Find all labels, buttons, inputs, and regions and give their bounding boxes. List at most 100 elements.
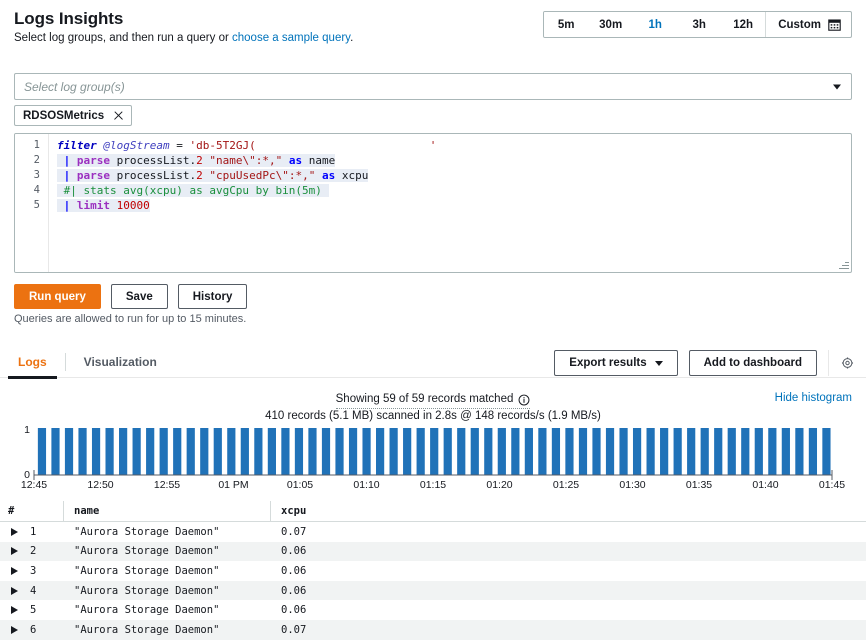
save-button[interactable]: Save	[111, 284, 168, 309]
time-range-5m[interactable]: 5m	[544, 12, 588, 37]
log-group-chip-rdsosmetrics[interactable]: RDSOSMetrics	[14, 105, 132, 126]
gear-icon	[841, 355, 854, 371]
histogram-bar	[633, 428, 641, 475]
log-group-selector-wrap: Select log group(s)	[14, 73, 852, 100]
table-row[interactable]: 6"Aurora Storage Daemon"0.07	[0, 620, 866, 640]
calendar-icon	[828, 18, 841, 31]
row-index: 3	[30, 565, 36, 577]
x-tick-label: 01:45	[819, 479, 845, 490]
x-tick-label: 01:30	[619, 479, 645, 490]
histogram-bar	[160, 428, 168, 475]
histogram-bar	[78, 428, 86, 475]
table-row[interactable]: 5"Aurora Storage Daemon"0.06	[0, 600, 866, 620]
log-group-select[interactable]: Select log group(s)	[14, 73, 852, 100]
histogram-bar	[187, 428, 195, 475]
query-actions: Run query Save History	[14, 284, 247, 309]
hide-histogram-link[interactable]: Hide histogram	[775, 392, 852, 404]
export-results-button[interactable]: Export results	[554, 350, 677, 376]
histogram-bar	[254, 428, 262, 475]
info-icon[interactable]	[518, 394, 530, 406]
page-header: Logs Insights Select log groups, and the…	[0, 0, 866, 56]
line-number: 4	[15, 183, 48, 198]
table-row[interactable]: 2"Aurora Storage Daemon"0.06	[0, 542, 866, 562]
caret-right-icon[interactable]	[11, 528, 18, 536]
row-xcpu-cell: 0.06	[281, 604, 866, 616]
histogram-bar	[241, 428, 249, 475]
token-as: as	[322, 169, 335, 182]
column-header-xcpu[interactable]: xcpu	[281, 505, 866, 517]
histogram-bar	[173, 428, 181, 475]
caret-right-icon[interactable]	[11, 587, 18, 595]
histogram-bar	[119, 428, 127, 475]
subtitle-prefix: Select log groups, and then run a query …	[14, 32, 232, 44]
histogram-bar	[647, 428, 655, 475]
history-button[interactable]: History	[178, 284, 248, 309]
column-header-name[interactable]: name	[74, 505, 281, 517]
token-command: parse	[77, 169, 110, 182]
histogram-bar	[457, 428, 465, 475]
row-xcpu-cell: 0.06	[281, 565, 866, 577]
row-index-cell: 3	[0, 565, 74, 577]
table-row[interactable]: 4"Aurora Storage Daemon"0.06	[0, 581, 866, 601]
time-range-3h[interactable]: 3h	[677, 12, 721, 37]
editor-code[interactable]: filter @logStream = 'db-5T2GJ(' | parse …	[57, 138, 845, 213]
results-histogram: 01 12:4512:5012:5501 PM01:0501:1001:1501…	[0, 418, 866, 490]
time-range-selector[interactable]: 5m 30m 1h 3h 12h Custom	[543, 11, 852, 38]
row-index-cell: 2	[0, 545, 74, 557]
tab-visualization[interactable]: Visualization	[66, 345, 175, 378]
editor-resize-handle[interactable]	[838, 259, 849, 270]
histogram-bar	[498, 428, 506, 475]
histogram-bar	[687, 428, 695, 475]
row-name-cell: "Aurora Storage Daemon"	[74, 624, 281, 636]
line-number: 3	[15, 168, 48, 183]
row-index: 1	[30, 526, 36, 538]
time-range-1h[interactable]: 1h	[633, 12, 677, 37]
histogram-bar	[728, 428, 736, 475]
histogram-bar	[105, 428, 113, 475]
tab-logs[interactable]: Logs	[0, 345, 65, 378]
token-string: "cpuUsedPc\":*,"	[209, 169, 315, 182]
row-index: 6	[30, 624, 36, 636]
summary-line-1-wrap: Showing 59 of 59 records matched	[0, 392, 866, 409]
y-tick-labels: 01	[24, 424, 30, 481]
histogram-bar	[660, 428, 668, 475]
summary-showing[interactable]: Showing 59 of 59 records matched	[336, 392, 531, 409]
histogram-bar	[471, 428, 479, 475]
token-string: 'db-5T2GJ(	[189, 139, 255, 152]
caret-right-icon[interactable]	[11, 606, 18, 614]
time-range-12h[interactable]: 12h	[721, 12, 765, 37]
table-row[interactable]: 3"Aurora Storage Daemon"0.06	[0, 561, 866, 581]
caret-right-icon[interactable]	[11, 626, 18, 634]
caret-right-icon[interactable]	[11, 547, 18, 555]
table-row[interactable]: 1"Aurora Storage Daemon"0.07	[0, 522, 866, 542]
histogram-bar	[65, 428, 73, 475]
histogram-bar	[795, 428, 803, 475]
histogram-bar	[295, 428, 303, 475]
run-query-button[interactable]: Run query	[14, 284, 101, 309]
time-range-30m[interactable]: 30m	[588, 12, 633, 37]
x-tick-label: 12:55	[154, 479, 180, 490]
x-tick-label: 01 PM	[218, 479, 248, 490]
add-to-dashboard-button[interactable]: Add to dashboard	[689, 350, 817, 376]
caret-right-icon[interactable]	[11, 567, 18, 575]
query-line-1[interactable]: filter @logStream = 'db-5T2GJ('	[57, 138, 845, 153]
query-line-4[interactable]: #| stats avg(xcpu) as avgCpu by bin(5m)	[57, 183, 845, 198]
query-line-3[interactable]: | parse processList.2 "cpuUsedPc\":*," a…	[57, 168, 845, 183]
choose-sample-query-link[interactable]: choose a sample query	[232, 32, 350, 44]
histogram-bars	[38, 428, 831, 475]
histogram-bar	[362, 428, 370, 475]
chevron-down-icon[interactable]	[833, 84, 841, 89]
time-range-custom[interactable]: Custom	[765, 12, 851, 37]
query-editor[interactable]: 1 2 3 4 5 filter @logStream = 'db-5T2GJ(…	[14, 133, 852, 273]
x-tick-label: 01:20	[486, 479, 512, 490]
settings-button[interactable]	[828, 350, 854, 376]
close-icon[interactable]	[113, 110, 124, 121]
query-line-2[interactable]: | parse processList.2 "name\":*," as nam…	[57, 153, 845, 168]
histogram-bar	[281, 428, 289, 475]
query-line-5[interactable]: | limit 10000	[57, 198, 845, 213]
token-variable: name	[309, 154, 336, 167]
row-index-cell: 5	[0, 604, 74, 616]
token-operator: =	[176, 139, 183, 152]
histogram-bar	[444, 428, 452, 475]
histogram-bar	[146, 428, 154, 475]
